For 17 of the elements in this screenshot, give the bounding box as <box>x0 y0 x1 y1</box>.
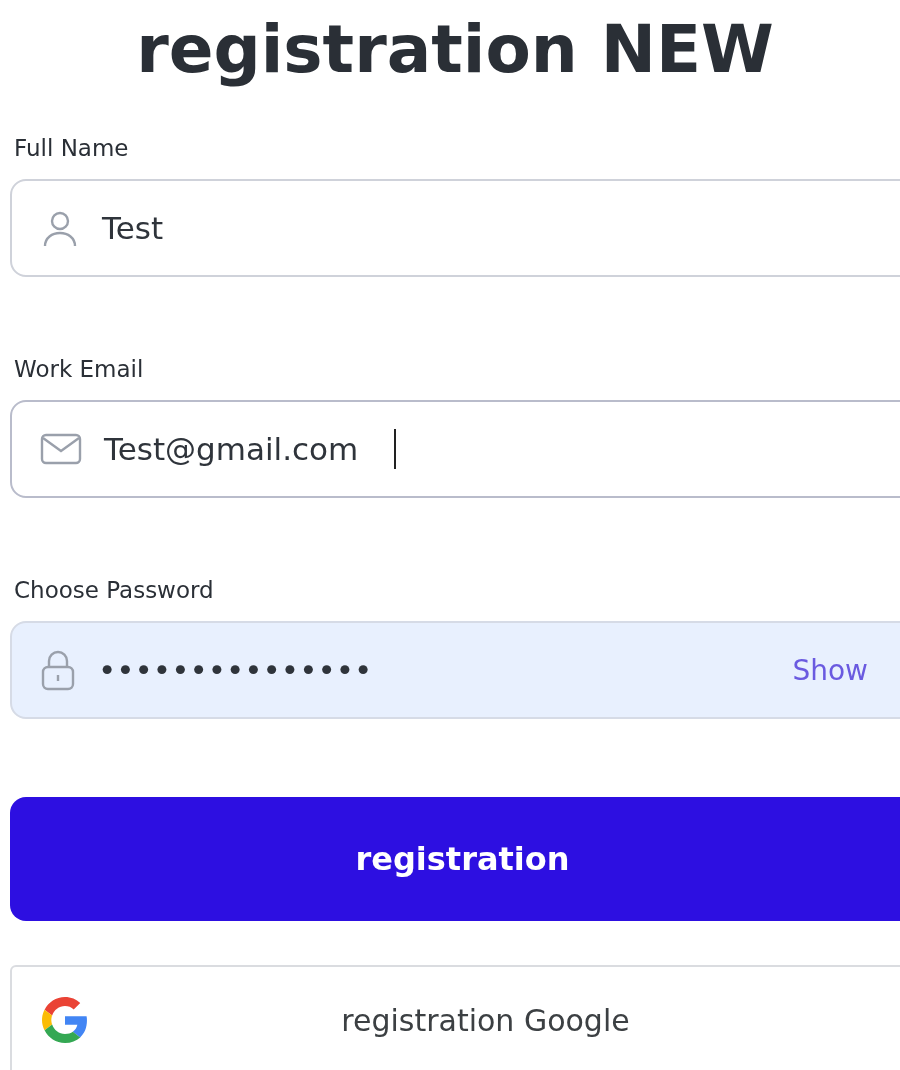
mail-icon <box>40 432 82 466</box>
field-value: Test@gmail.com <box>104 431 359 467</box>
registration-button[interactable]: registration <box>10 797 900 921</box>
text-cursor <box>394 429 397 469</box>
lock-icon <box>40 649 76 691</box>
google-button[interactable]: registration Google <box>10 965 900 1070</box>
google-g-icon <box>42 997 88 1043</box>
field-label: Choose Password <box>14 576 214 604</box>
field-value: Test <box>102 210 164 246</box>
input-field[interactable]: Test@gmail.com <box>10 400 900 498</box>
field-value: ••••••••••••••• <box>98 652 373 688</box>
input-field[interactable]: ••••••••••••••• Show <box>10 621 900 719</box>
show-password-button[interactable]: Show <box>792 653 868 687</box>
field-label: Work Email <box>14 355 144 383</box>
page-title: registration NEW <box>135 10 775 90</box>
field-label: Full Name <box>14 134 129 162</box>
input-field[interactable]: Test <box>10 179 900 277</box>
